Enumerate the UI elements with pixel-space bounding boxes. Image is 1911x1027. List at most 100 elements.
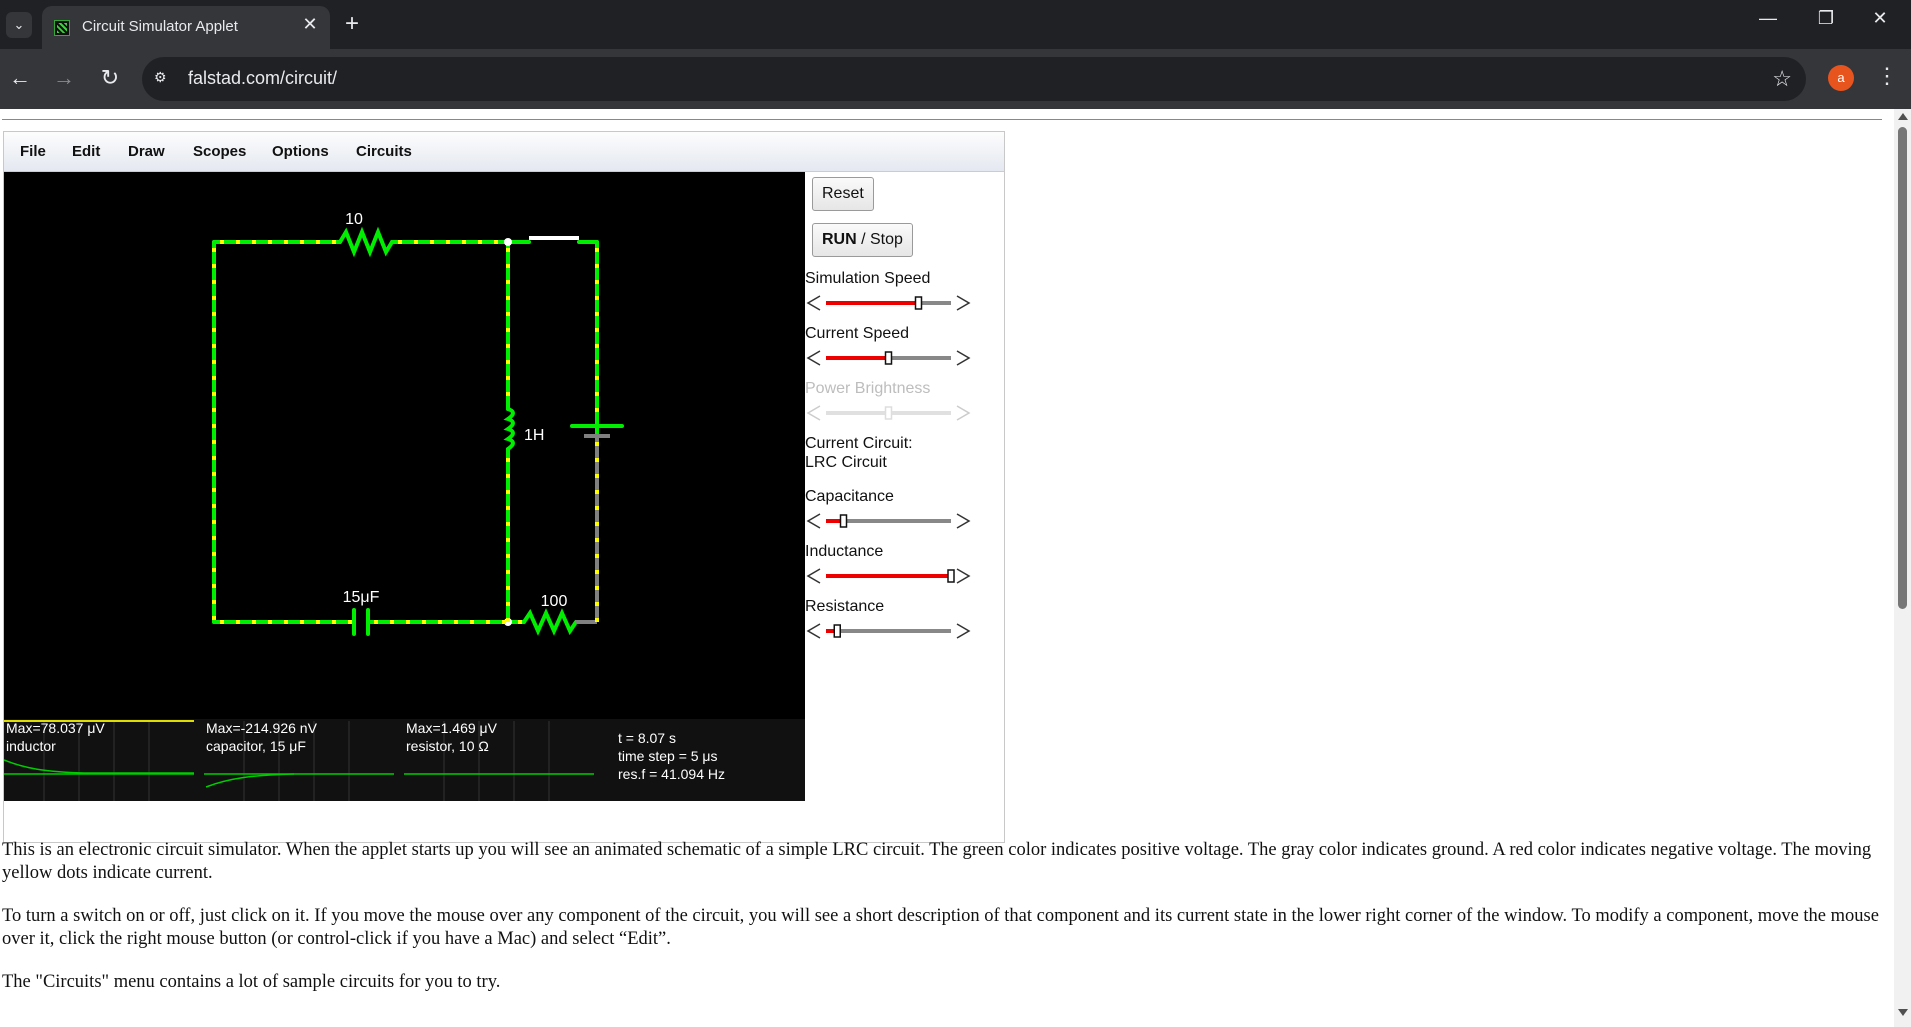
browser-tab[interactable]: Circuit Simulator Applet ✕ (42, 6, 330, 49)
slider-fill[interactable] (826, 574, 951, 578)
current-dot (390, 620, 394, 624)
current-dot (470, 620, 474, 624)
new-tab-icon[interactable]: + (345, 10, 359, 38)
current-dot (595, 376, 599, 380)
menu-edit[interactable]: Edit (72, 143, 100, 160)
slider-thumb[interactable] (833, 624, 841, 638)
scroll-up-icon[interactable] (1898, 113, 1908, 120)
scope1-gear-icon: ⚙ (16, 799, 36, 801)
slider-thumb (884, 406, 893, 420)
current-dot (506, 360, 510, 364)
restore-icon[interactable]: ❐ (1806, 8, 1846, 29)
slider-fill[interactable] (826, 356, 889, 360)
current-dot (518, 620, 522, 624)
run-stop-button[interactable]: RUN / Stop (812, 223, 913, 257)
current-dot (506, 618, 510, 622)
current-dot (422, 620, 426, 624)
current-dot (494, 240, 498, 244)
close-window-icon[interactable]: ✕ (1860, 8, 1900, 29)
current-circuit-name: LRC Circuit (805, 454, 887, 471)
menu-scopes[interactable]: Scopes (193, 143, 246, 160)
current-dot (212, 392, 216, 396)
node-top (504, 238, 512, 246)
scroll-thumb[interactable] (1898, 127, 1907, 609)
browser-menu-icon[interactable]: ⋮ (1876, 63, 1898, 89)
current-dot (316, 240, 320, 244)
current-dot (212, 344, 216, 348)
info-time-step: time step = 5 μs (618, 748, 718, 764)
scope2-gear-icon: ⚙ (216, 799, 236, 801)
scroll-down-icon[interactable] (1898, 1009, 1908, 1016)
current-dot (595, 618, 599, 622)
tab-close-icon[interactable]: ✕ (300, 14, 320, 35)
menu-file[interactable]: File (20, 143, 46, 160)
url-text[interactable]: falstad.com/circuit/ (188, 68, 337, 89)
current-dot (595, 328, 599, 332)
slider-left-arrow-icon[interactable] (806, 513, 821, 529)
page-scrollbar[interactable] (1894, 109, 1911, 1027)
current-dot (374, 620, 378, 624)
slider-left-arrow-icon[interactable] (806, 623, 821, 639)
slider-fill[interactable] (826, 301, 919, 305)
info-time: t = 8.07 s (618, 730, 676, 746)
browser-toolbar: ← → ↻ ⚙ falstad.com/circuit/ ☆ a ⋮ (0, 49, 1911, 109)
tab-title: Circuit Simulator Applet (82, 18, 238, 35)
back-icon[interactable]: ← (6, 65, 34, 91)
current-dot (506, 554, 510, 558)
description-paragraph-3: The "Circuits" menu contains a lot of sa… (2, 972, 501, 992)
menu-circuits[interactable]: Circuits (356, 143, 412, 160)
current-dot (506, 376, 510, 380)
slider-right-arrow-icon[interactable] (956, 295, 971, 311)
tab-search-icon[interactable]: ⌄ (6, 12, 32, 38)
slider-right-arrow-icon[interactable] (956, 513, 971, 529)
menu-options[interactable]: Options (272, 143, 329, 160)
circuit-schematic[interactable]: 10 1H 15μF 100 Max=78.037 μV inductor Ma… (4, 172, 805, 801)
reset-button[interactable]: Reset (812, 177, 874, 211)
slider-right-arrow-icon[interactable] (956, 568, 971, 584)
current-dot (220, 620, 224, 624)
inductance-slider[interactable] (805, 565, 1004, 587)
current-dot (212, 376, 216, 380)
current-dot (595, 586, 599, 590)
minimize-icon[interactable]: — (1748, 8, 1788, 29)
profile-avatar[interactable]: a (1828, 65, 1854, 91)
slider-right-arrow-icon[interactable] (956, 623, 971, 639)
sim-speed-slider[interactable] (805, 292, 1004, 314)
current-dot (595, 264, 599, 268)
current-dot (595, 280, 599, 284)
slider-left-arrow-icon (806, 405, 821, 421)
current-dot (332, 240, 336, 244)
current-dot (506, 570, 510, 574)
capacitance-slider[interactable] (805, 510, 1004, 532)
control-panel: Reset RUN / Stop Simulation Speed Curren… (805, 172, 1004, 842)
current-dot (212, 408, 216, 412)
slider-thumb[interactable] (839, 514, 848, 528)
slider-track[interactable] (826, 629, 951, 633)
current-dot (502, 620, 506, 624)
slider-right-arrow-icon[interactable] (956, 350, 971, 366)
slider-thumb[interactable] (914, 296, 923, 310)
current-dot (212, 312, 216, 316)
slider-thumb[interactable] (884, 351, 893, 365)
current-dot (595, 554, 599, 558)
current-dot (595, 392, 599, 396)
current-dot (212, 568, 216, 572)
site-info-icon[interactable]: ⚙ (154, 69, 176, 89)
scope1-name: inductor (6, 738, 56, 754)
circuit-canvas[interactable]: 10 1H 15μF 100 Max=78.037 μV inductor Ma… (4, 172, 805, 801)
current-dot (595, 296, 599, 300)
current-dot (595, 312, 599, 316)
slider-thumb[interactable] (947, 569, 955, 583)
current-dot (506, 312, 510, 316)
forward-icon[interactable]: → (50, 65, 78, 91)
address-bar[interactable]: ⚙ falstad.com/circuit/ ☆ (142, 57, 1806, 101)
current-dot (268, 620, 272, 624)
reload-icon[interactable]: ↻ (96, 65, 124, 91)
resistance-slider[interactable] (805, 620, 1004, 642)
bookmark-star-icon[interactable]: ☆ (1772, 66, 1792, 92)
slider-left-arrow-icon[interactable] (806, 295, 821, 311)
slider-left-arrow-icon[interactable] (806, 568, 821, 584)
slider-left-arrow-icon[interactable] (806, 350, 821, 366)
menu-draw[interactable]: Draw (128, 143, 165, 160)
current-speed-slider[interactable] (805, 347, 1004, 369)
